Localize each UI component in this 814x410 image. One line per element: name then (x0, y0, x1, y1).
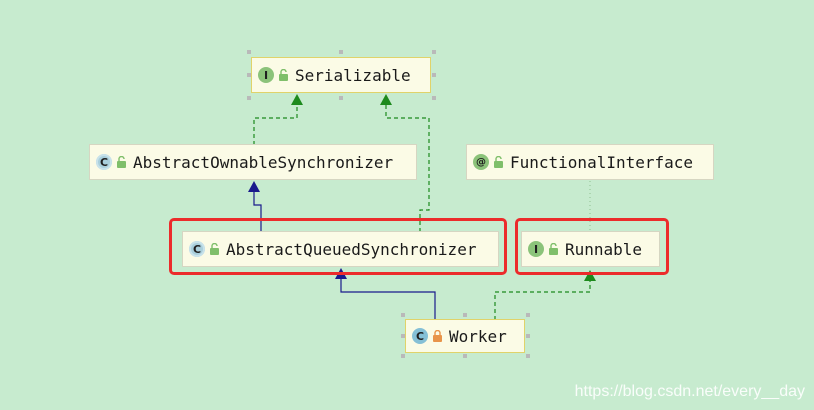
annotation-icon: @ (473, 154, 489, 170)
selection-handle[interactable] (247, 96, 251, 100)
node-worker[interactable]: C Worker (405, 319, 525, 353)
edge-worker-implements-runnable (494, 280, 591, 320)
class-icon: C (412, 328, 428, 344)
selection-handle[interactable] (401, 313, 405, 317)
node-serializable[interactable]: I Serializable (251, 57, 431, 93)
unlock-icon (494, 156, 503, 168)
selection-handle[interactable] (339, 50, 343, 54)
selection-handle[interactable] (401, 334, 405, 338)
selection-handle[interactable] (432, 50, 436, 54)
arrowhead-serializable-left (291, 94, 303, 105)
selection-handle[interactable] (247, 73, 251, 77)
selection-handle[interactable] (339, 96, 343, 100)
abstract-class-icon: C (96, 154, 112, 170)
arrowhead-serializable-right (380, 94, 392, 105)
selection-handle[interactable] (432, 96, 436, 100)
watermark-text: https://blog.csdn.net/every__day (574, 383, 805, 400)
selection-handle[interactable] (463, 354, 467, 358)
selection-handle[interactable] (463, 313, 467, 317)
highlight-box-runnable (515, 218, 669, 275)
unlock-icon (117, 156, 126, 168)
arrowhead-aos (248, 181, 260, 192)
selection-handle[interactable] (526, 313, 530, 317)
selection-handle[interactable] (526, 334, 530, 338)
selection-handle[interactable] (432, 73, 436, 77)
lock-icon (433, 330, 442, 342)
selection-handle[interactable] (401, 354, 405, 358)
node-label: Serializable (295, 65, 411, 85)
unlock-icon (279, 69, 288, 81)
node-functional-interface[interactable]: @ FunctionalInterface (466, 144, 714, 180)
edge-worker-extends-aqs (340, 278, 436, 320)
highlight-box-aqs (169, 218, 507, 275)
interface-icon: I (258, 67, 274, 83)
node-label: AbstractOwnableSynchronizer (133, 152, 394, 172)
node-label: FunctionalInterface (510, 152, 694, 172)
node-abstract-ownable-synchronizer[interactable]: C AbstractOwnableSynchronizer (89, 144, 417, 180)
node-label: Worker (449, 326, 507, 346)
selection-handle[interactable] (247, 50, 251, 54)
selection-handle[interactable] (526, 354, 530, 358)
